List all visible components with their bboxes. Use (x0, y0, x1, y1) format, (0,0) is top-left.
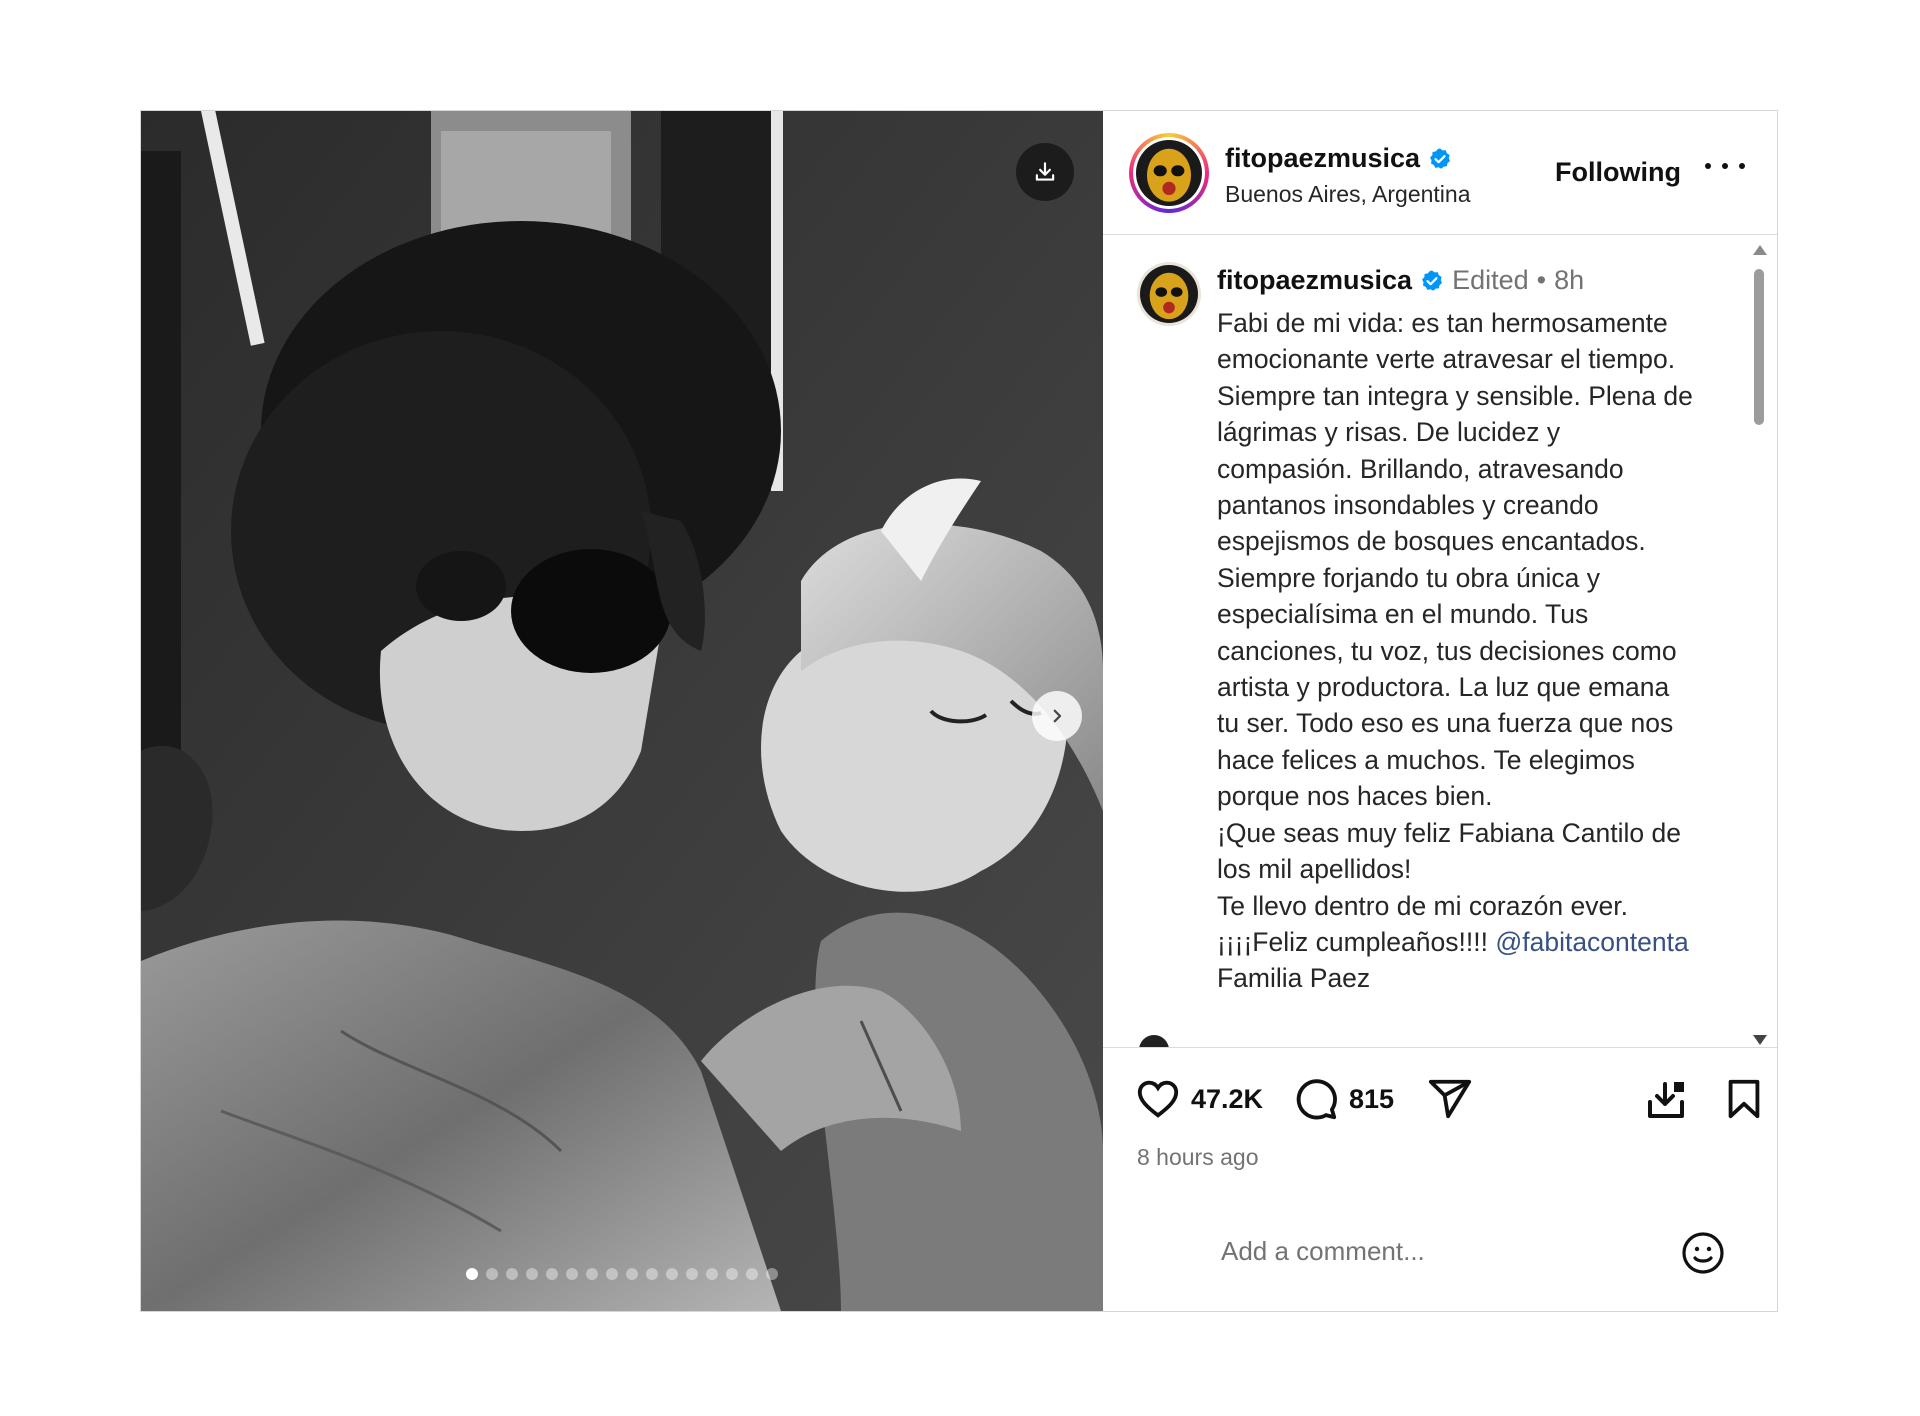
post-actions: 47.2K 815 8 hours ago (1103, 1047, 1777, 1201)
emoji-icon (1682, 1232, 1724, 1274)
caption-signature: Familia Paez (1217, 963, 1371, 994)
caption-username[interactable]: fitopaezmusica (1217, 265, 1412, 296)
carousel-dot (566, 1268, 578, 1280)
carousel-dot (586, 1268, 598, 1280)
header-name-row: fitopaezmusica (1225, 143, 1452, 174)
caption-line: pantanos insondables y creando (1217, 490, 1599, 521)
verified-badge-icon (1422, 270, 1443, 291)
post-timestamp[interactable]: 8 hours ago (1137, 1144, 1258, 1171)
caption-line: los mil apellidos! (1217, 854, 1412, 885)
caption-line: canciones, tu voz, tus decisiones como (1217, 635, 1677, 666)
download-icon (1648, 1082, 1684, 1118)
caption-line: tu ser. Todo eso es una fuerza que nos (1217, 708, 1674, 739)
mention-link[interactable]: @fabitacontenta (1495, 927, 1688, 957)
share-button[interactable] (1427, 1076, 1473, 1122)
post-header: fitopaezmusica Buenos Aires, Argentina F… (1103, 111, 1777, 235)
carousel-dot (726, 1268, 738, 1280)
caption-line: Fabi de mi vida: es tan hermosamente (1217, 308, 1668, 338)
scroll-up-arrow-icon[interactable] (1753, 245, 1767, 255)
birthday-text: ¡¡¡¡Feliz cumpleaños!!!! (1217, 926, 1496, 957)
send-icon (1428, 1079, 1472, 1119)
comment-icon (1296, 1079, 1337, 1120)
caption-line: espejismos de bosques encantados. (1217, 526, 1646, 557)
caption-line: porque nos haces bien. (1217, 781, 1493, 812)
like-count[interactable]: 47.2K (1191, 1084, 1263, 1115)
carousel-dot (506, 1268, 518, 1280)
carousel-dot (706, 1268, 718, 1280)
more-options-button[interactable] (1705, 151, 1745, 181)
caption-birthday-line: ¡¡¡¡Feliz cumpleaños!!!! @fabitacontenta (1217, 924, 1737, 960)
comment-button[interactable]: 815 (1293, 1076, 1394, 1122)
post-photo (141, 111, 1103, 1311)
caption-line: Siempre tan integra y sensible. Plena de (1217, 380, 1693, 411)
avatar-image (1140, 265, 1198, 323)
like-button[interactable]: 47.2K (1135, 1076, 1263, 1122)
caption-line: especialísima en el mundo. Tus (1217, 599, 1589, 630)
following-button[interactable]: Following (1555, 157, 1681, 188)
comment-input[interactable] (1221, 1229, 1641, 1273)
add-comment-section (1103, 1201, 1777, 1311)
download-icon (1035, 162, 1055, 181)
download-post-button[interactable] (1643, 1076, 1691, 1124)
carousel-dot (526, 1268, 538, 1280)
caption-line: Te llevo dentro de mi corazón ever. (1217, 890, 1628, 921)
post-side-panel: fitopaezmusica Buenos Aires, Argentina F… (1103, 111, 1777, 1311)
caption-age: 8h (1554, 265, 1585, 295)
carousel-dot (626, 1268, 638, 1280)
carousel-dot (466, 1268, 478, 1280)
verified-badge-icon (1430, 148, 1451, 169)
caption-line: Siempre forjando tu obra única y (1217, 562, 1600, 593)
username-link[interactable]: fitopaezmusica (1225, 143, 1420, 174)
media-download-button[interactable] (1016, 143, 1074, 201)
carousel-indicator (141, 1268, 1103, 1280)
carousel-dot (606, 1268, 618, 1280)
next-slide-button[interactable] (1032, 691, 1082, 741)
edited-label: Edited (1452, 265, 1529, 295)
heart-icon (1137, 1080, 1179, 1118)
caption-line: compasión. Brillando, atravesando (1217, 453, 1624, 484)
caption-avatar[interactable] (1137, 262, 1201, 326)
more-horizontal-icon (1705, 163, 1711, 169)
meta-separator: • (1536, 265, 1547, 295)
chevron-right-icon (1053, 709, 1062, 723)
caption-header: fitopaezmusica Edited • 8h (1217, 265, 1584, 296)
carousel-dot (746, 1268, 758, 1280)
carousel-dot (666, 1268, 678, 1280)
scroll-down-arrow-icon[interactable] (1753, 1035, 1767, 1045)
instagram-post: fitopaezmusica Buenos Aires, Argentina F… (140, 110, 1778, 1312)
caption-line: ¡Que seas muy feliz Fabiana Cantilo de (1217, 817, 1681, 848)
scrollbar-thumb[interactable] (1754, 269, 1764, 425)
caption-line: artista y productora. La luz que emana (1217, 672, 1670, 703)
bookmark-icon (1728, 1079, 1760, 1119)
caption-text: Fabi de mi vida: es tan hermosamente emo… (1217, 305, 1737, 997)
next-comment-avatar (1139, 1035, 1169, 1047)
carousel-dot (766, 1268, 778, 1280)
carousel-dot (486, 1268, 498, 1280)
avatar-image (1136, 140, 1202, 206)
carousel-dot (686, 1268, 698, 1280)
caption-scrollbar[interactable] (1751, 245, 1767, 1045)
comment-count[interactable]: 815 (1349, 1084, 1394, 1115)
caption-line: hace felices a muchos. Te elegimos (1217, 744, 1635, 775)
caption-line: lágrimas y risas. De lucidez y (1217, 417, 1561, 448)
emoji-button[interactable] (1679, 1229, 1727, 1281)
caption-scroll-area[interactable]: fitopaezmusica Edited • 8h Fabi de mi vi… (1103, 235, 1777, 1047)
location-link[interactable]: Buenos Aires, Argentina (1225, 181, 1471, 208)
avatar[interactable] (1129, 133, 1209, 213)
carousel-dot (646, 1268, 658, 1280)
save-button[interactable] (1721, 1076, 1767, 1122)
caption-line: emocionante verte atravesar el tiempo. (1217, 344, 1676, 375)
carousel-dot (546, 1268, 558, 1280)
post-media[interactable] (141, 111, 1103, 1311)
